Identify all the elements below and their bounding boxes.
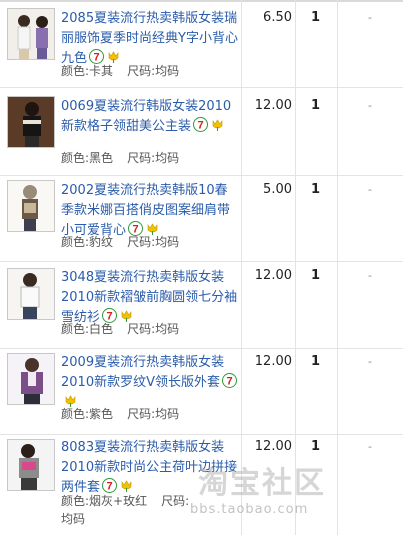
quantity: 1 (311, 268, 321, 283)
color-value: 豹纹 (89, 235, 114, 249)
unit-price: 12.00 (254, 354, 292, 369)
product-title-link[interactable]: 8083夏装流行热卖韩版女装2010新款时尚公主荷叶边拼接两件套 7 (61, 438, 239, 498)
product-options: 颜色:豹纹 尺码:均码 (61, 233, 239, 251)
product-title-link[interactable]: 2085夏装流行热卖韩版女装瑞丽服饰夏季时尚经典Y字小背心九色 7 (61, 9, 239, 69)
tulip-credit-icon[interactable] (119, 478, 134, 493)
product-title-link[interactable]: 3048夏装流行热卖韩版女装2010新款褶皱前胸圆领七分袖雪纺衫 7 (61, 268, 239, 328)
quantity: 1 (311, 439, 321, 454)
list-item: 0069夏装流行韩版女装2010新款格子领甜美公主装 7 颜色:黑色 尺码:均码 1… (0, 88, 403, 176)
product-options: 颜色:烟灰+玫红 尺码: 均码 (61, 492, 201, 528)
svg-text:7: 7 (197, 120, 203, 132)
size-value: 均码 (155, 322, 180, 336)
color-value: 烟灰+玫红 (89, 494, 148, 508)
product-thumbnail[interactable] (7, 268, 55, 320)
tulip-credit-icon[interactable] (210, 117, 225, 132)
product-thumbnail[interactable] (7, 8, 55, 60)
discount-value: - (368, 440, 372, 453)
color-label: 颜色: (61, 235, 90, 249)
size-label: 尺码: (127, 322, 156, 336)
size-value: 均码 (155, 235, 180, 249)
svg-text:7: 7 (106, 481, 112, 493)
size-label: 尺码: (127, 151, 156, 165)
list-item: 2002夏装流行热卖韩版10春季款米娜百搭俏皮图案细肩带小可爱背心 7 颜色:豹纹… (0, 176, 403, 262)
size-value: 均码 (155, 407, 180, 421)
discount-value: - (368, 183, 372, 196)
product-title-link[interactable]: 0069夏装流行韩版女装2010新款格子领甜美公主装 7 (61, 97, 239, 137)
seven-day-return-icon[interactable]: 7 (102, 478, 118, 493)
color-label: 颜色: (61, 151, 90, 165)
product-title-link[interactable]: 2002夏装流行热卖韩版10春季款米娜百搭俏皮图案细肩带小可爱背心 7 (61, 181, 239, 241)
color-value: 卡其 (89, 64, 114, 78)
quantity: 1 (311, 98, 321, 113)
product-title-link[interactable]: 2009夏装流行热卖韩版女装2010新款罗纹V领长版外套 7 (61, 353, 239, 413)
color-value: 紫色 (89, 407, 114, 421)
product-thumbnail[interactable] (7, 96, 55, 148)
color-value: 白色 (89, 322, 114, 336)
svg-text:7: 7 (226, 376, 232, 388)
discount-value: - (368, 269, 372, 282)
color-label: 颜色: (61, 407, 90, 421)
product-options: 颜色:卡其 尺码:均码 (61, 62, 239, 80)
size-label: 尺码: (127, 235, 156, 249)
size-label: 尺码: (161, 494, 190, 508)
unit-price: 6.50 (263, 10, 292, 25)
unit-price: 12.00 (254, 268, 292, 283)
discount-value: - (368, 11, 372, 24)
seven-day-return-icon[interactable]: 7 (193, 117, 209, 132)
size-value: 均码 (155, 151, 180, 165)
quantity: 1 (311, 182, 321, 197)
discount-value: - (368, 99, 372, 112)
color-label: 颜色: (61, 322, 90, 336)
order-item-list: 2085夏装流行热卖韩版女装瑞丽服饰夏季时尚经典Y字小背心九色 7 颜色:卡其 尺码… (0, 0, 403, 535)
color-label: 颜色: (61, 494, 90, 508)
list-item: 3048夏装流行热卖韩版女装2010新款褶皱前胸圆领七分袖雪纺衫 7 颜色:白色尺… (0, 262, 403, 349)
quantity: 1 (311, 354, 321, 369)
color-value: 黑色 (89, 151, 114, 165)
size-label: 尺码: (127, 407, 156, 421)
list-item: 2085夏装流行热卖韩版女装瑞丽服饰夏季时尚经典Y字小背心九色 7 颜色:卡其 尺码… (0, 0, 403, 88)
product-options: 颜色:黑色 尺码:均码 (61, 149, 239, 167)
product-options: 颜色:紫色 尺码:均码 (61, 405, 239, 423)
list-item: 8083夏装流行热卖韩版女装2010新款时尚公主荷叶边拼接两件套 7 颜色:烟灰+… (0, 435, 403, 535)
quantity: 1 (311, 10, 321, 25)
discount-value: - (368, 355, 372, 368)
product-thumbnail[interactable] (7, 353, 55, 405)
seven-day-return-icon[interactable]: 7 (221, 373, 237, 388)
size-label: 尺码: (127, 64, 156, 78)
product-thumbnail[interactable] (7, 439, 55, 491)
size-value: 均码 (155, 64, 180, 78)
size-value: 均码 (61, 512, 86, 526)
unit-price: 12.00 (254, 98, 292, 113)
unit-price: 5.00 (263, 182, 292, 197)
unit-price: 12.00 (254, 439, 292, 454)
color-label: 颜色: (61, 64, 90, 78)
product-thumbnail[interactable] (7, 180, 55, 232)
list-item: 2009夏装流行热卖韩版女装2010新款罗纹V领长版外套 7 颜色:紫色 尺码:均码… (0, 349, 403, 435)
product-options: 颜色:白色 尺码:均码 (61, 320, 239, 338)
